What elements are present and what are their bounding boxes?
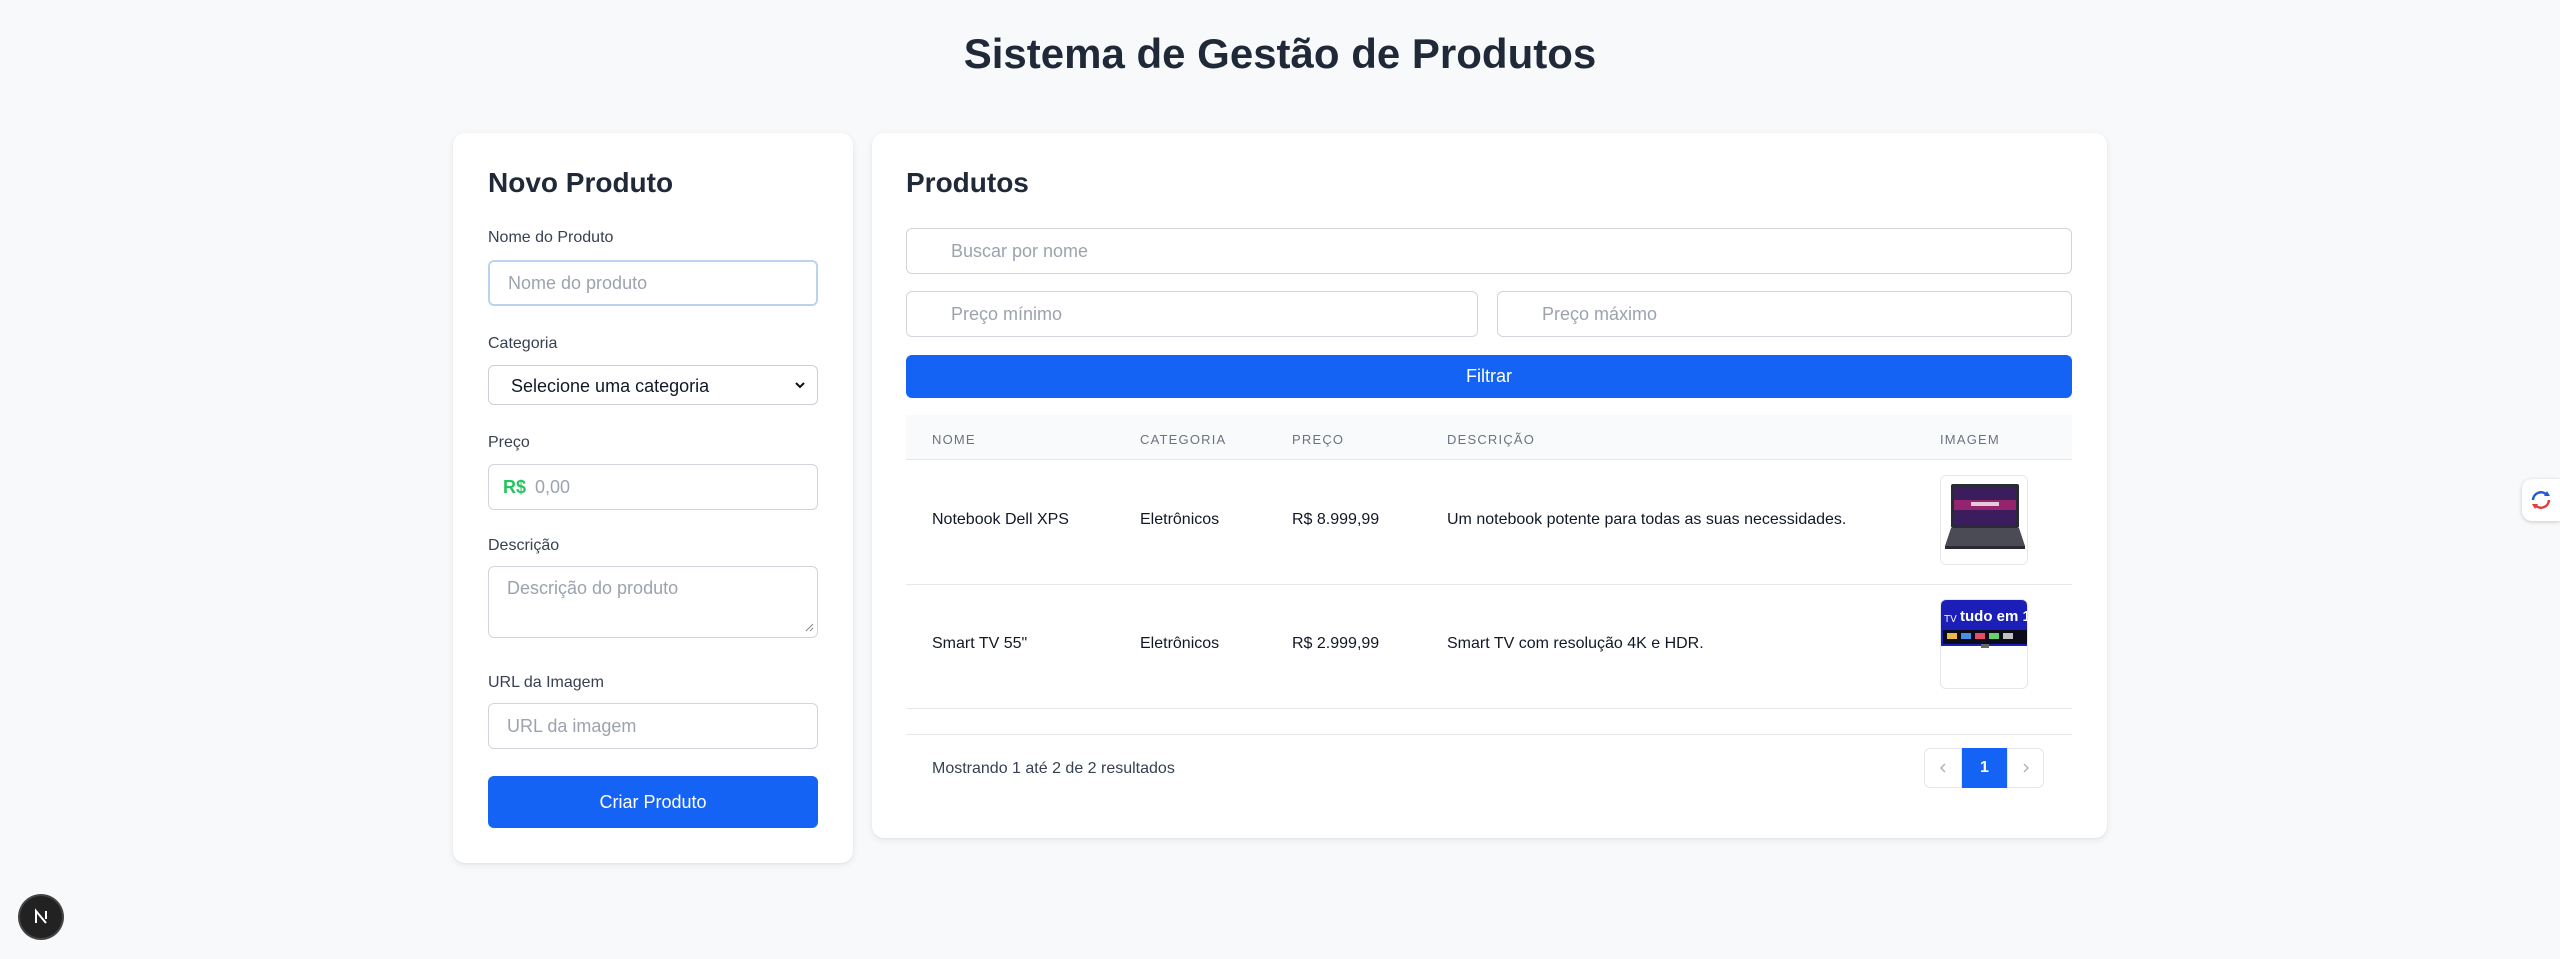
chevron-left-icon — [1939, 763, 1946, 773]
description-textarea[interactable] — [488, 566, 818, 638]
form-title: Novo Produto — [488, 167, 674, 198]
image-url-label: URL da Imagem — [488, 674, 604, 691]
image-url-input[interactable] — [488, 703, 818, 749]
description-label: Descrição — [488, 537, 560, 554]
product-name-input[interactable] — [488, 260, 818, 306]
search-field[interactable] — [906, 228, 2072, 274]
tv-image: TV tudo em 1 — [1940, 599, 2028, 689]
previous-page-button[interactable] — [1924, 748, 1962, 788]
products-panel: Produtos Filtrar Nome Categoria Preço De… — [872, 133, 2107, 838]
category-label: Categoria — [488, 335, 558, 352]
product-price: R$ 2.999,99 — [1292, 635, 1380, 652]
new-product-form: Novo Produto Nome do Produto Categoria S… — [453, 133, 853, 863]
filter-button[interactable]: Filtrar — [906, 355, 2072, 398]
price-field[interactable]: R$ — [488, 464, 818, 510]
product-name: Notebook Dell XPS — [932, 511, 1069, 528]
product-price: R$ 8.999,99 — [1292, 511, 1380, 528]
max-price-input[interactable] — [1542, 292, 2055, 336]
column-header-image: Imagem — [1940, 432, 2000, 447]
price-input[interactable] — [531, 466, 811, 508]
min-price-field[interactable] — [906, 291, 1478, 337]
tv-icon — [1943, 630, 2027, 648]
search-input[interactable] — [951, 229, 2055, 273]
product-name-label: Nome do Produto — [488, 229, 614, 246]
column-header-price: Preço — [1292, 432, 1345, 447]
table-row[interactable]: Notebook Dell XPS Eletrônicos R$ 8.999,9… — [906, 461, 2072, 585]
results-summary: Mostrando 1 até 2 de 2 resultados — [932, 760, 1175, 777]
column-header-description: Descrição — [1447, 432, 1536, 447]
product-name: Smart TV 55" — [932, 635, 1028, 652]
max-price-field[interactable] — [1497, 291, 2072, 337]
laptop-icon — [1941, 476, 2027, 564]
page-title: Sistema de Gestão de Produtos — [963, 30, 1597, 77]
next-page-button[interactable] — [2007, 748, 2044, 788]
product-description: Smart TV com resolução 4K e HDR. — [1447, 635, 1704, 652]
laptop-image — [1940, 475, 2028, 565]
product-description: Um notebook potente para todas as suas n… — [1447, 511, 1847, 528]
min-price-input[interactable] — [951, 292, 1461, 336]
chevron-right-icon — [2022, 763, 2029, 773]
create-product-button[interactable]: Criar Produto — [488, 776, 818, 828]
table-header: Nome Categoria Preço Descrição Imagem — [906, 415, 2072, 460]
resize-handle-icon[interactable] — [804, 622, 814, 632]
currency-symbol: R$ — [503, 477, 527, 497]
column-header-category: Categoria — [1140, 432, 1227, 447]
translate-icon — [2531, 491, 2551, 509]
product-category: Eletrônicos — [1140, 511, 1220, 528]
column-header-name: Nome — [932, 432, 976, 447]
product-category: Eletrônicos — [1140, 635, 1220, 652]
pagination: 1 — [1924, 748, 2044, 788]
category-selected-value: Selecione uma categoria — [511, 376, 710, 396]
category-select[interactable]: Selecione uma categoria — [488, 365, 818, 405]
nextjs-logo-icon — [35, 908, 47, 924]
page-1-button[interactable]: 1 — [1962, 748, 2007, 788]
nextjs-devtools-button[interactable] — [20, 896, 62, 938]
translate-extension-widget[interactable] — [2522, 479, 2560, 521]
chevron-down-icon — [795, 382, 805, 389]
products-title: Produtos — [906, 167, 1029, 198]
table-footer-divider — [906, 734, 2072, 735]
table-row[interactable]: Smart TV 55" Eletrônicos R$ 2.999,99 Sma… — [906, 585, 2072, 709]
price-label: Preço — [488, 434, 530, 451]
